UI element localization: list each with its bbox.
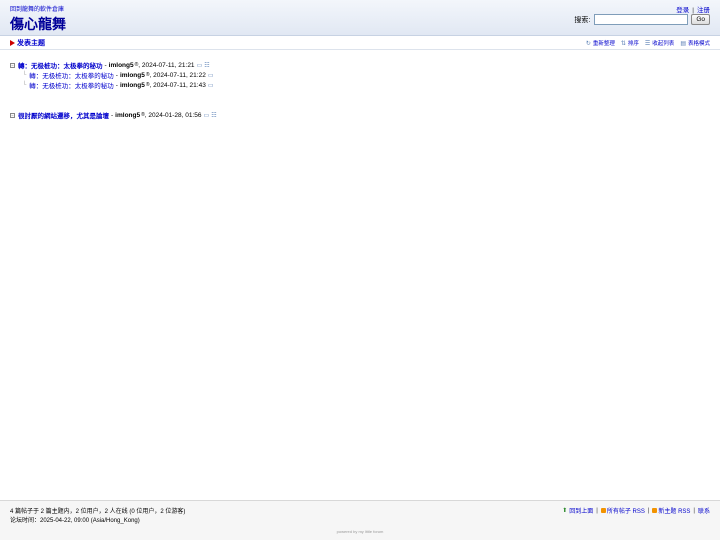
thread-row: − 轉：无极桩功：太极拳的秘功 - imlong5 ®, 2024-07-11, … xyxy=(10,60,710,70)
thread-subject[interactable]: 轉：无极桩功：太极拳的秘功 xyxy=(18,60,103,70)
tree-icon[interactable]: ☷ xyxy=(204,62,209,69)
tool-label: 重新整理 xyxy=(592,41,615,47)
search-form: 搜索: Go xyxy=(574,14,710,25)
post-date: 2024-07-11, 21:22 xyxy=(153,71,206,79)
forum-stats: 4 篇帖子于 2 篇主题内，2 位用户，2 人在线 (0 位用户，2 位游客) xyxy=(10,509,186,515)
thread-gap xyxy=(10,90,710,110)
thread-list: − 轉：无极桩功：太极拳的秘功 - imlong5 ®, 2024-07-11, … xyxy=(10,60,710,120)
rss-all-posts-link[interactable]: 所有帖子 RSS xyxy=(600,506,645,515)
table-icon: ▤ xyxy=(680,40,686,47)
thread-row: − 很討厭的網站遷移，尤其是論壇 - imlong5 ®, 2024-01-28,… xyxy=(10,110,710,120)
separator: - xyxy=(115,71,118,79)
tool-label: 收起列表 xyxy=(652,41,675,47)
tool-label: 表格模式 xyxy=(687,41,710,47)
footer-link-label: 回到上面 xyxy=(569,509,594,515)
separator: | xyxy=(692,7,694,14)
arrow-up-icon: ⬆ xyxy=(562,508,568,514)
post-date: 2024-07-11, 21:21 xyxy=(141,61,195,69)
author-name: imlong5 xyxy=(119,71,145,79)
collapse-toggle[interactable]: − xyxy=(10,112,15,118)
page-header: 回到龍舞的軟件倉庫 傷心龍舞 登录 | 注册 搜索: Go xyxy=(0,0,720,36)
post-icon: ▭ xyxy=(203,112,210,119)
branch-icon: └ xyxy=(22,72,27,78)
user-links: 登录 | 注册 xyxy=(676,4,710,14)
toolbar: 发表主题 ↻ 重新整理 ⇅ 排序 ☰ 收起列表 ▤ 表格模式 xyxy=(0,36,720,50)
arrow-right-icon xyxy=(10,40,15,46)
author-name: imlong5 xyxy=(108,61,134,69)
tool-label: 排序 xyxy=(627,41,639,47)
forum-time: 论坛时间：2025-04-22, 09:00 (Asia/Hong_Kong) xyxy=(10,518,140,524)
back-to-top-link[interactable]: ⬆ 回到上面 xyxy=(562,506,593,515)
collapse-toggle[interactable]: − xyxy=(10,62,15,68)
separator: - xyxy=(115,81,118,89)
reply-row: └ 轉：无极桩功：太极拳的秘功 - imlong5 ®, 2024-07-11, … xyxy=(10,70,710,81)
rss-icon xyxy=(600,508,606,513)
author-name: imlong5 xyxy=(119,81,145,89)
search-input[interactable] xyxy=(594,14,689,25)
view-tools: ↻ 重新整理 ⇅ 排序 ☰ 收起列表 ▤ 表格模式 xyxy=(580,39,710,48)
search-button[interactable]: Go xyxy=(691,14,710,25)
footer-link-label: 新主题 RSS xyxy=(658,509,691,515)
site-title[interactable]: 傷心龍舞 xyxy=(10,14,66,34)
footer-link-label: 所有帖子 RSS xyxy=(606,509,645,515)
reply-subject[interactable]: 轉：无极桩功：太极拳的秘功 xyxy=(29,80,114,90)
sort-icon: ⇅ xyxy=(620,40,626,47)
new-topic-button[interactable]: 发表主题 xyxy=(10,38,45,48)
collapse-icon: ☰ xyxy=(644,40,651,47)
separator: | xyxy=(693,507,695,514)
table-mode-button[interactable]: ▤ 表格模式 xyxy=(680,39,710,48)
rss-new-topics-link[interactable]: 新主题 RSS xyxy=(652,506,690,515)
home-link[interactable]: 回到龍舞的軟件倉庫 xyxy=(10,4,64,13)
author-name: imlong5 xyxy=(115,111,141,119)
reply-subject[interactable]: 轉：无极桩功：太极拳的秘功 xyxy=(29,70,114,80)
sort-button[interactable]: ⇅ 排序 xyxy=(620,39,639,48)
new-topic-label: 发表主题 xyxy=(17,40,45,47)
contact-link[interactable]: 联系 xyxy=(698,506,710,515)
post-icon: ▭ xyxy=(196,62,203,69)
powered-by[interactable]: powered by my little forum xyxy=(0,529,720,534)
page-footer: 4 篇帖子于 2 篇主题内，2 位用户，2 人在线 (0 位用户，2 位游客) … xyxy=(0,500,720,540)
post-date: 2024-01-28, 01:56 xyxy=(148,111,202,119)
thread-subject[interactable]: 很討厭的網站遷移，尤其是論壇 xyxy=(18,110,109,120)
refresh-button[interactable]: ↻ 重新整理 xyxy=(585,39,615,48)
rss-icon xyxy=(652,508,658,513)
refresh-icon: ↻ xyxy=(585,40,591,47)
post-date: 2024-07-11, 21:43 xyxy=(153,81,206,89)
post-icon: ▭ xyxy=(207,82,214,89)
reply-row: └ 轉：无极桩功：太极拳的秘功 - imlong5 ®, 2024-07-11, … xyxy=(10,80,710,91)
footer-links: ⬆ 回到上面 | 所有帖子 RSS | 新主题 RSS | 联系 xyxy=(562,506,710,516)
separator: - xyxy=(111,111,114,119)
separator: | xyxy=(596,507,598,514)
register-link[interactable]: 注册 xyxy=(697,7,710,14)
collapse-button[interactable]: ☰ 收起列表 xyxy=(644,39,675,48)
branch-icon: └ xyxy=(22,82,27,88)
separator: | xyxy=(647,507,650,514)
search-label: 搜索: xyxy=(574,16,591,24)
login-link[interactable]: 登录 xyxy=(676,7,689,14)
tree-icon[interactable]: ☷ xyxy=(211,112,216,119)
separator: - xyxy=(104,61,107,69)
post-icon: ▭ xyxy=(207,72,214,79)
